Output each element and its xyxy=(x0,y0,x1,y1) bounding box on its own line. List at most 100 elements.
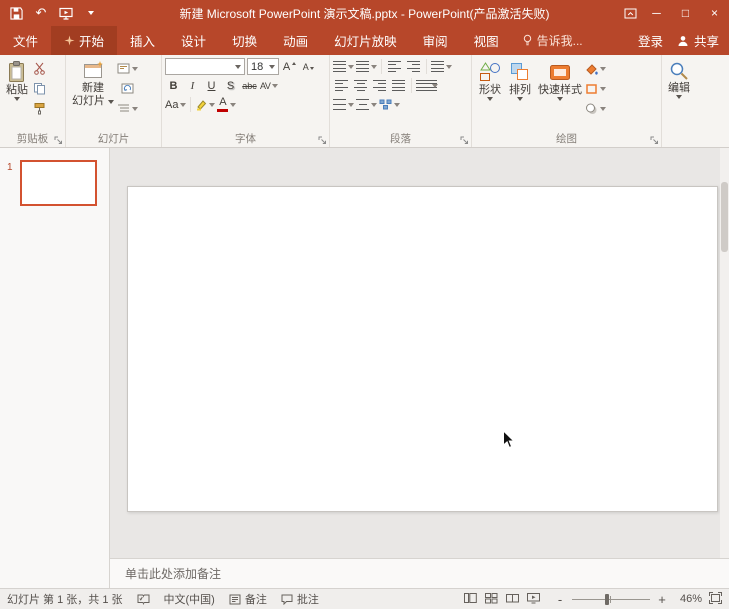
slide-editor-canvas[interactable] xyxy=(111,148,729,558)
cut-icon[interactable] xyxy=(31,60,48,77)
slideshow-view-icon[interactable] xyxy=(527,592,540,607)
text-shadow-icon[interactable]: S xyxy=(222,77,239,94)
tab-home[interactable]: 开始 xyxy=(51,26,117,55)
tab-file[interactable]: 文件 xyxy=(0,26,51,55)
new-slide-button[interactable]: 新建 幻灯片 xyxy=(69,58,117,110)
zoom-slider[interactable] xyxy=(572,599,650,600)
arrange-label: 排列 xyxy=(509,84,531,97)
save-icon[interactable] xyxy=(8,4,24,22)
slide-sorter-view-icon[interactable] xyxy=(485,592,498,607)
normal-view-icon[interactable] xyxy=(464,592,477,607)
quick-access-toolbar: ↶ xyxy=(0,4,99,22)
status-bar: 幻灯片 第 1 张，共 1 张 中文(中国) 备注 批注 xyxy=(0,588,729,609)
format-painter-icon[interactable] xyxy=(31,100,48,117)
drawing-dialog-launcher-icon[interactable] xyxy=(649,135,659,145)
tab-animations[interactable]: 动画 xyxy=(270,26,321,55)
strikethrough-icon[interactable]: abc xyxy=(241,77,258,94)
notes-button-label: 备注 xyxy=(245,591,267,607)
shape-fill-icon[interactable] xyxy=(585,60,606,77)
tell-me-button[interactable]: 告诉我... xyxy=(512,26,593,55)
proofing-icon[interactable] xyxy=(130,589,157,609)
tab-design[interactable]: 设计 xyxy=(168,26,219,55)
increase-indent-icon[interactable] xyxy=(405,58,422,75)
font-dialog-launcher-icon[interactable] xyxy=(317,135,327,145)
grow-font-icon[interactable]: A xyxy=(281,58,298,75)
align-text-icon[interactable] xyxy=(356,96,377,113)
zoom-in-button[interactable]: + xyxy=(657,592,667,607)
new-slide-label-line1: 新建 xyxy=(82,82,104,95)
tab-slideshow[interactable]: 幻灯片放映 xyxy=(321,26,410,55)
slide-thumbnail[interactable] xyxy=(20,160,97,206)
notes-icon xyxy=(229,594,241,605)
paste-button[interactable]: 粘贴 xyxy=(3,58,31,103)
slide[interactable] xyxy=(127,186,718,512)
slides-small-buttons xyxy=(117,58,138,117)
shapes-button[interactable]: 形状 xyxy=(475,58,505,103)
italic-icon[interactable]: I xyxy=(184,77,201,94)
change-case-icon[interactable]: Aa xyxy=(165,96,186,113)
quick-styles-button[interactable]: 快速样式 xyxy=(535,58,585,103)
notes-placeholder[interactable]: 单击此处添加备注 xyxy=(110,565,221,582)
language-button[interactable]: 中文(中国) xyxy=(157,589,222,609)
align-left-icon[interactable] xyxy=(333,77,350,94)
reset-icon[interactable] xyxy=(117,80,138,97)
customize-qat-icon[interactable] xyxy=(83,4,99,22)
paragraph-dialog-launcher-icon[interactable] xyxy=(459,135,469,145)
bullets-icon[interactable] xyxy=(333,58,354,75)
underline-icon[interactable]: U xyxy=(203,77,220,94)
bold-icon[interactable]: B xyxy=(165,77,182,94)
copy-icon[interactable] xyxy=(31,80,48,97)
arrange-button[interactable]: 排列 xyxy=(505,58,535,103)
slide-info-label: 幻灯片 第 1 张，共 1 张 xyxy=(0,589,130,609)
powerpoint-window: ↶ 新建 Microsoft PowerPoint 演示文稿.pptx - Po… xyxy=(0,0,729,609)
shape-outline-icon[interactable] xyxy=(585,80,606,97)
notes-pane[interactable]: 单击此处添加备注 xyxy=(110,558,729,588)
editing-button[interactable]: 编辑 xyxy=(665,58,693,101)
fit-to-window-icon[interactable] xyxy=(709,592,722,607)
tab-transitions[interactable]: 切换 xyxy=(219,26,270,55)
scrollbar-thumb[interactable] xyxy=(721,182,728,252)
convert-smartart-icon[interactable] xyxy=(379,96,400,113)
character-spacing-icon[interactable]: AV xyxy=(260,77,278,94)
window-title: 新建 Microsoft PowerPoint 演示文稿.pptx - Powe… xyxy=(100,5,629,22)
tab-review[interactable]: 审阅 xyxy=(410,26,461,55)
reading-view-icon[interactable] xyxy=(506,592,519,607)
editing-label: 编辑 xyxy=(668,82,690,95)
zoom-level-label[interactable]: 46% xyxy=(674,593,702,605)
align-center-icon[interactable] xyxy=(352,77,369,94)
font-size-select[interactable]: 18 xyxy=(247,58,279,75)
tab-view[interactable]: 视图 xyxy=(461,26,512,55)
start-slideshow-icon[interactable] xyxy=(58,4,74,22)
close-button[interactable]: × xyxy=(700,0,729,26)
align-right-icon[interactable] xyxy=(371,77,388,94)
clipboard-dialog-launcher-icon[interactable] xyxy=(53,135,63,145)
layout-icon[interactable] xyxy=(117,60,138,77)
sign-in-button[interactable]: 登录 xyxy=(638,31,663,50)
line-spacing-icon[interactable] xyxy=(431,58,452,75)
decrease-indent-icon[interactable] xyxy=(386,58,403,75)
zoom-out-button[interactable]: - xyxy=(555,592,565,607)
font-group-label: 字体 xyxy=(162,131,329,146)
section-icon[interactable] xyxy=(117,100,138,117)
text-direction-icon[interactable] xyxy=(333,96,354,113)
maximize-button[interactable]: □ xyxy=(671,0,700,26)
zoom-slider-thumb[interactable] xyxy=(605,594,609,605)
font-name-select[interactable] xyxy=(165,58,245,75)
shrink-font-icon[interactable]: A xyxy=(300,58,317,75)
share-button[interactable]: 共享 xyxy=(677,31,719,50)
font-color-icon[interactable]: A xyxy=(217,96,236,113)
notes-button[interactable]: 备注 xyxy=(222,589,274,609)
highlight-color-icon[interactable] xyxy=(195,96,215,113)
comments-button[interactable]: 批注 xyxy=(274,589,326,609)
shape-effects-icon[interactable] xyxy=(585,100,606,117)
paste-icon xyxy=(6,60,28,84)
vertical-scrollbar[interactable] xyxy=(720,148,729,558)
justify-icon[interactable] xyxy=(390,77,407,94)
numbering-icon[interactable] xyxy=(356,58,377,75)
minimize-button[interactable]: ─ xyxy=(642,0,671,26)
columns-icon[interactable] xyxy=(416,77,438,94)
undo-icon[interactable]: ↶ xyxy=(33,4,49,22)
tab-insert[interactable]: 插入 xyxy=(117,26,168,55)
group-slides: 新建 幻灯片 幻灯片 xyxy=(66,55,162,147)
group-drawing: 形状 排列 快速样式 xyxy=(472,55,662,147)
